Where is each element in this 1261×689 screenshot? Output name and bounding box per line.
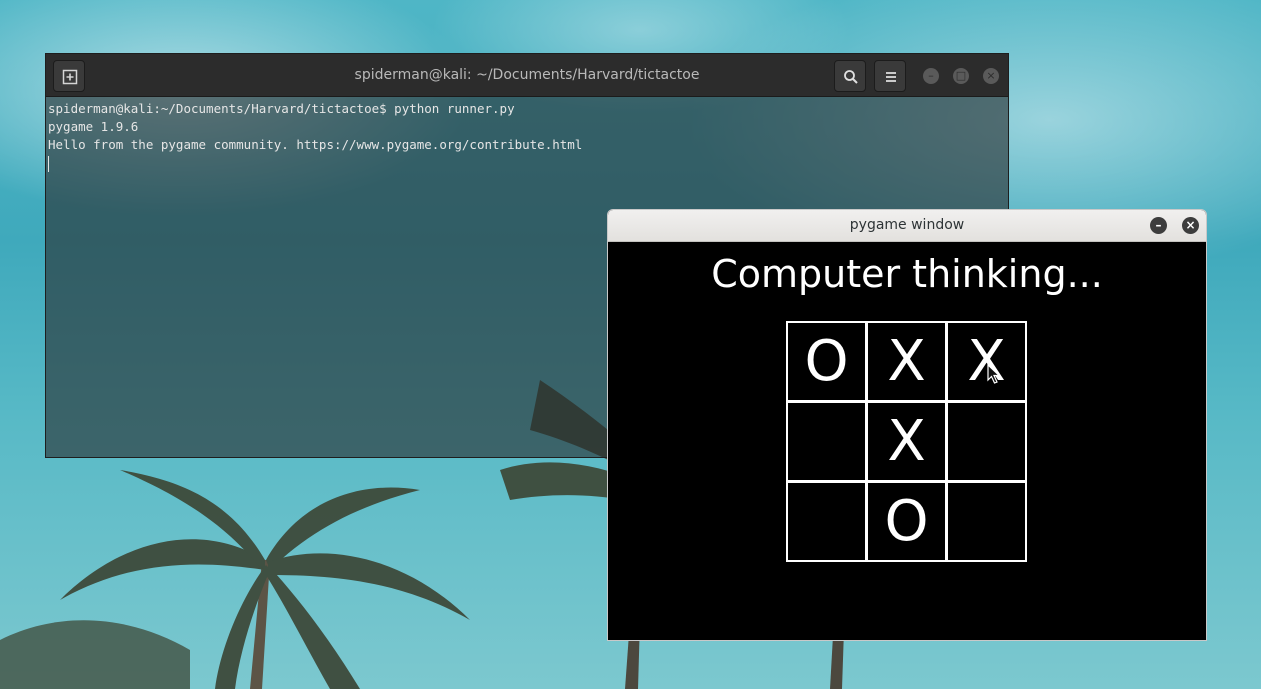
- terminal-line: Hello from the pygame community. https:/…: [48, 137, 583, 152]
- board-cell-1-1[interactable]: X: [866, 401, 947, 482]
- text-cursor: [48, 155, 49, 172]
- board-cell-2-0[interactable]: [786, 481, 867, 562]
- pygame-titlebar[interactable]: pygame window – ×: [608, 210, 1206, 242]
- search-button[interactable]: [834, 60, 866, 92]
- maximize-icon: □: [955, 69, 967, 82]
- hamburger-menu-icon: [886, 72, 896, 82]
- minimize-icon: –: [928, 69, 934, 82]
- search-icon: [844, 70, 858, 84]
- maximize-button[interactable]: □: [953, 68, 969, 84]
- tictactoe-board: O X X X O: [786, 321, 1027, 562]
- game-status-text: Computer thinking...: [711, 252, 1103, 296]
- terminal-output[interactable]: spiderman@kali:~/Documents/Harvard/ticta…: [46, 97, 1008, 172]
- menu-button[interactable]: [874, 60, 906, 92]
- mouse-pointer-icon: [987, 364, 1001, 384]
- terminal-titlebar[interactable]: spiderman@kali: ~/Documents/Harvard/tict…: [46, 54, 1008, 97]
- board-cell-1-0[interactable]: [786, 401, 867, 482]
- board-cell-0-0[interactable]: O: [786, 321, 867, 402]
- terminal-cursor-line: [48, 154, 1008, 172]
- close-icon: ×: [986, 69, 996, 82]
- board-cell-2-1[interactable]: O: [866, 481, 947, 562]
- terminal-line: spiderman@kali:~/Documents/Harvard/ticta…: [48, 101, 515, 116]
- minimize-icon: –: [1155, 218, 1162, 232]
- board-cell-2-2[interactable]: [946, 481, 1027, 562]
- board-cell-1-2[interactable]: [946, 401, 1027, 482]
- board-cell-0-1[interactable]: X: [866, 321, 947, 402]
- pygame-minimize-button[interactable]: –: [1150, 217, 1167, 234]
- close-icon: ×: [1185, 218, 1196, 232]
- board-cell-0-2[interactable]: X: [946, 321, 1027, 402]
- game-canvas[interactable]: Computer thinking... O X X X O: [608, 242, 1206, 640]
- minimize-button[interactable]: –: [923, 68, 939, 84]
- pygame-window[interactable]: pygame window – × Computer thinking... O…: [607, 209, 1207, 641]
- terminal-line: pygame 1.9.6: [48, 119, 139, 134]
- close-button[interactable]: ×: [983, 68, 999, 84]
- pygame-window-title: pygame window: [849, 217, 965, 233]
- pygame-close-button[interactable]: ×: [1182, 217, 1199, 234]
